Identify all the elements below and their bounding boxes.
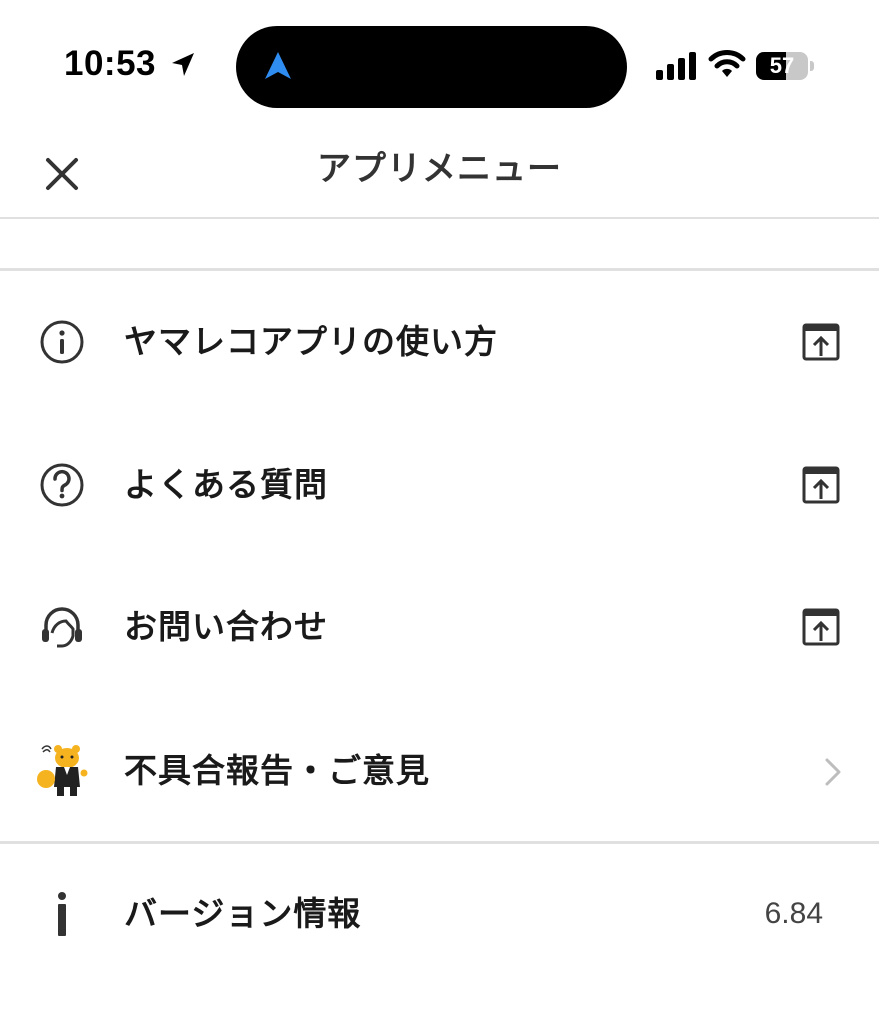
section-divider bbox=[0, 268, 879, 271]
chevron-right-icon bbox=[825, 758, 841, 786]
menu-item-label: お問い合わせ bbox=[124, 607, 328, 646]
status-bar: 10:53 57 bbox=[0, 0, 879, 130]
menu-item-label: ヤマレコアプリの使い方 bbox=[124, 322, 498, 361]
open-external-icon bbox=[801, 465, 841, 505]
open-external-icon bbox=[801, 322, 841, 362]
page-title: アプリメニュー bbox=[317, 149, 562, 189]
status-time: 10:53 bbox=[64, 44, 157, 83]
location-arrow-icon bbox=[172, 53, 194, 76]
info-letter-icon bbox=[38, 890, 86, 938]
menu-item-contact[interactable]: お問い合わせ bbox=[0, 557, 879, 697]
nav-header: アプリメニュー bbox=[0, 130, 879, 218]
question-circle-icon bbox=[38, 461, 86, 509]
menu-item-label: 不具合報告・ご意見 bbox=[124, 751, 430, 790]
version-value: 6.84 bbox=[764, 897, 823, 930]
menu-item-bug-report[interactable]: 不具合報告・ご意見 bbox=[0, 701, 879, 841]
wifi-icon bbox=[708, 50, 746, 77]
battery-level-text: 57 bbox=[769, 53, 795, 78]
close-button[interactable] bbox=[36, 148, 88, 200]
close-icon bbox=[46, 158, 78, 190]
headset-support-icon bbox=[38, 603, 86, 651]
menu-item-faq[interactable]: よくある質問 bbox=[0, 415, 879, 555]
dynamic-island bbox=[236, 26, 627, 108]
menu-item-label: よくある質問 bbox=[124, 465, 328, 504]
cellular-signal-icon bbox=[656, 52, 696, 80]
version-info-row: バージョン情報 6.84 bbox=[0, 844, 879, 984]
mascot-bear-icon bbox=[36, 743, 90, 799]
battery-indicator: 57 bbox=[756, 52, 814, 80]
header-divider bbox=[0, 217, 879, 219]
menu-item-usage-guide[interactable]: ヤマレコアプリの使い方 bbox=[0, 272, 879, 412]
version-label: バージョン情報 bbox=[124, 894, 362, 933]
open-external-icon bbox=[801, 607, 841, 647]
navigation-arrow-icon bbox=[265, 52, 291, 79]
info-circle-icon bbox=[38, 318, 86, 366]
